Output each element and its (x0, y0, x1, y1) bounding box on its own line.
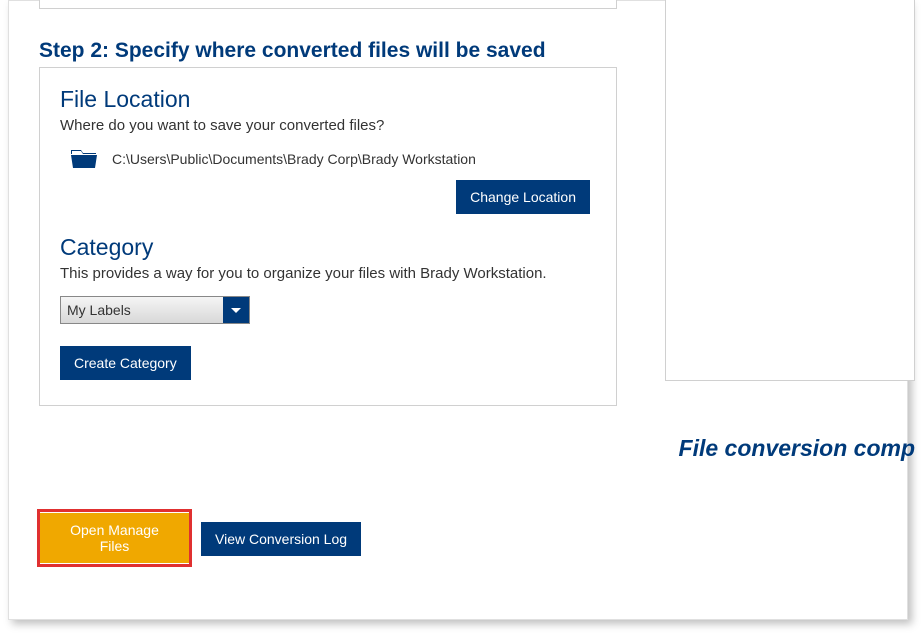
folder-icon (70, 148, 98, 170)
create-category-button[interactable]: Create Category (60, 346, 191, 380)
file-location-desc: Where do you want to save your converted… (60, 117, 596, 134)
folder-path: C:\Users\Public\Documents\Brady Corp\Bra… (112, 151, 476, 167)
category-title: Category (60, 234, 596, 261)
change-location-button[interactable]: Change Location (456, 180, 590, 214)
category-desc: This provides a way for you to organize … (60, 265, 596, 282)
category-selected-value: My Labels (67, 302, 131, 318)
previous-step-box-fragment (39, 0, 617, 9)
open-manage-files-button[interactable]: Open Manage Files (40, 513, 189, 563)
step-heading: Step 2: Specify where converted files wi… (39, 39, 546, 63)
view-conversion-log-button[interactable]: View Conversion Log (201, 522, 361, 556)
conversion-status: File conversion comp (679, 435, 915, 462)
preview-panel-fragment (665, 0, 915, 381)
file-location-title: File Location (60, 86, 596, 113)
folder-row: C:\Users\Public\Documents\Brady Corp\Bra… (70, 148, 596, 170)
highlight-annotation: Open Manage Files (37, 509, 192, 567)
chevron-down-icon[interactable] (223, 297, 249, 323)
main-panel: Step 2: Specify where converted files wi… (8, 0, 908, 620)
step-box: File Location Where do you want to save … (39, 67, 617, 406)
category-select[interactable]: My Labels (60, 296, 250, 324)
